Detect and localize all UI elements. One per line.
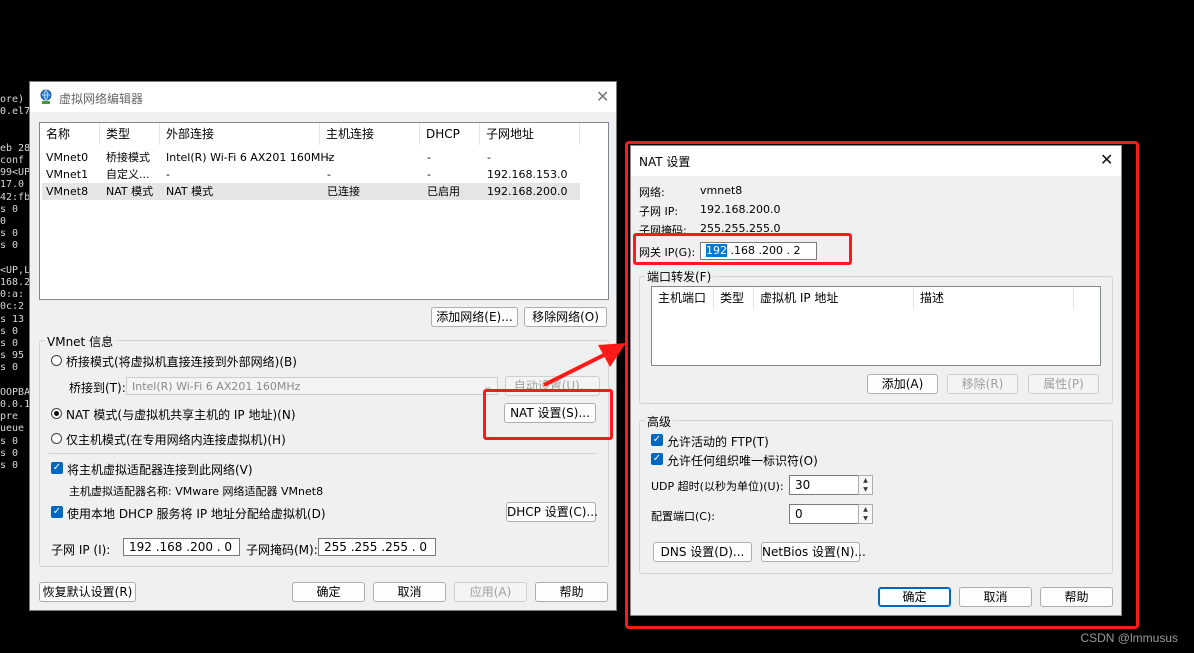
adapter-name-label: 主机虚拟适配器名称: VMware 网络适配器 VMnet8 [69,485,324,498]
nat-mode-label[interactable]: NAT 模式(与虚拟机共享主机的 IP 地址)(N) [66,406,296,423]
column-header-subnet[interactable]: 子网地址 [480,123,580,145]
cell-external: Intel(R) Wi-Fi 6 AX201 160MHz [166,151,335,164]
column-header-dhcp[interactable]: DHCP [420,123,480,145]
subnet-mask-label: 子网掩码(M): [246,543,318,557]
subnet-ip-label: 子网 IP (I): [51,543,111,557]
network-globe-icon [38,89,54,108]
nat-dialog-highlight [625,141,1139,629]
column-header-type[interactable]: 类型 [100,123,160,145]
bridge-mode-radio[interactable] [51,355,62,366]
editor-help-button[interactable]: 帮助 [535,582,608,602]
bridge-to-select[interactable]: Intel(R) Wi-Fi 6 AX201 160MHz ⌄ [126,377,498,395]
column-header-external[interactable]: 外部连接 [160,123,320,145]
cell-subnet: - [487,151,491,164]
cell-subnet: 192.168.153.0 [487,168,568,181]
cell-external: - [166,168,170,181]
cell-name: VMnet1 [46,168,89,181]
bridge-mode-label[interactable]: 桥接模式(将虚拟机直接连接到外部网络)(B) [66,353,297,370]
table-row[interactable]: VMnet0 桥接模式 Intel(R) Wi-Fi 6 AX201 160MH… [40,150,608,166]
cell-dhcp: - [427,168,431,181]
virtual-network-editor-dialog: 虚拟网络编辑器 ✕ 名称 类型 外部连接 主机连接 DHCP 子网地址 VMne… [29,81,617,611]
cell-type: 桥接模式 [106,151,150,164]
subnet-ip-input[interactable]: 192 .168 .200 . 0 [123,538,240,556]
bridge-to-label: 桥接到(T): [69,381,126,395]
cell-subnet: 192.168.200.0 [487,185,568,198]
cell-host: - [327,151,331,164]
gateway-highlight [633,233,852,265]
editor-apply-button[interactable]: 应用(A) [454,582,527,602]
connect-adapter-checkbox[interactable]: ✓ [51,462,63,474]
cell-name: VMnet8 [46,185,89,198]
editor-title: 虚拟网络编辑器 [59,92,144,106]
column-header-host[interactable]: 主机连接 [320,123,420,145]
cell-host: - [327,168,331,181]
arrow-icon [543,343,626,387]
table-row-selected[interactable]: VMnet8 NAT 模式 NAT 模式 已连接 已启用 192.168.200… [42,183,580,200]
nat-settings-highlight [483,389,613,440]
cell-name: VMnet0 [46,151,89,164]
network-list-table[interactable]: 名称 类型 外部连接 主机连接 DHCP 子网地址 VMnet0 桥接模式 In… [39,122,609,300]
editor-titlebar: 虚拟网络编辑器 ✕ [30,82,616,112]
separator [49,453,597,454]
host-only-radio[interactable] [51,433,62,444]
vmnet-info-title: VMnet 信息 [45,333,116,350]
cell-type: 自定义... [106,168,150,181]
cell-dhcp: - [427,151,431,164]
table-row[interactable]: VMnet1 自定义... - - - 192.168.153.0 [40,167,608,183]
cell-type: NAT 模式 [106,185,154,198]
cell-dhcp: 已启用 [427,185,460,198]
restore-defaults-button[interactable]: 恢复默认设置(R) [39,582,136,602]
connect-adapter-label[interactable]: 将主机虚拟适配器连接到此网络(V) [67,461,253,478]
editor-close-icon[interactable]: ✕ [596,89,609,105]
remove-network-button[interactable]: 移除网络(O) [524,307,607,327]
editor-cancel-button[interactable]: 取消 [373,582,446,602]
add-network-button[interactable]: 添加网络(E)... [431,307,518,327]
editor-ok-button[interactable]: 确定 [292,582,365,602]
cell-external: NAT 模式 [166,185,214,198]
column-header-name[interactable]: 名称 [40,123,100,145]
subnet-mask-input[interactable]: 255 .255 .255 . 0 [318,538,436,556]
nat-mode-radio[interactable] [51,408,62,419]
use-dhcp-checkbox[interactable]: ✓ [51,506,63,518]
use-dhcp-label[interactable]: 使用本地 DHCP 服务将 IP 地址分配给虚拟机(D) [67,505,326,522]
host-only-label[interactable]: 仅主机模式(在专用网络内连接虚拟机)(H) [66,431,286,448]
cell-host: 已连接 [327,185,360,198]
bridge-to-value: Intel(R) Wi-Fi 6 AX201 160MHz [132,380,301,393]
dhcp-settings-button[interactable]: DHCP 设置(C)... [506,502,598,522]
watermark: CSDN @lmmusus [1080,631,1178,645]
